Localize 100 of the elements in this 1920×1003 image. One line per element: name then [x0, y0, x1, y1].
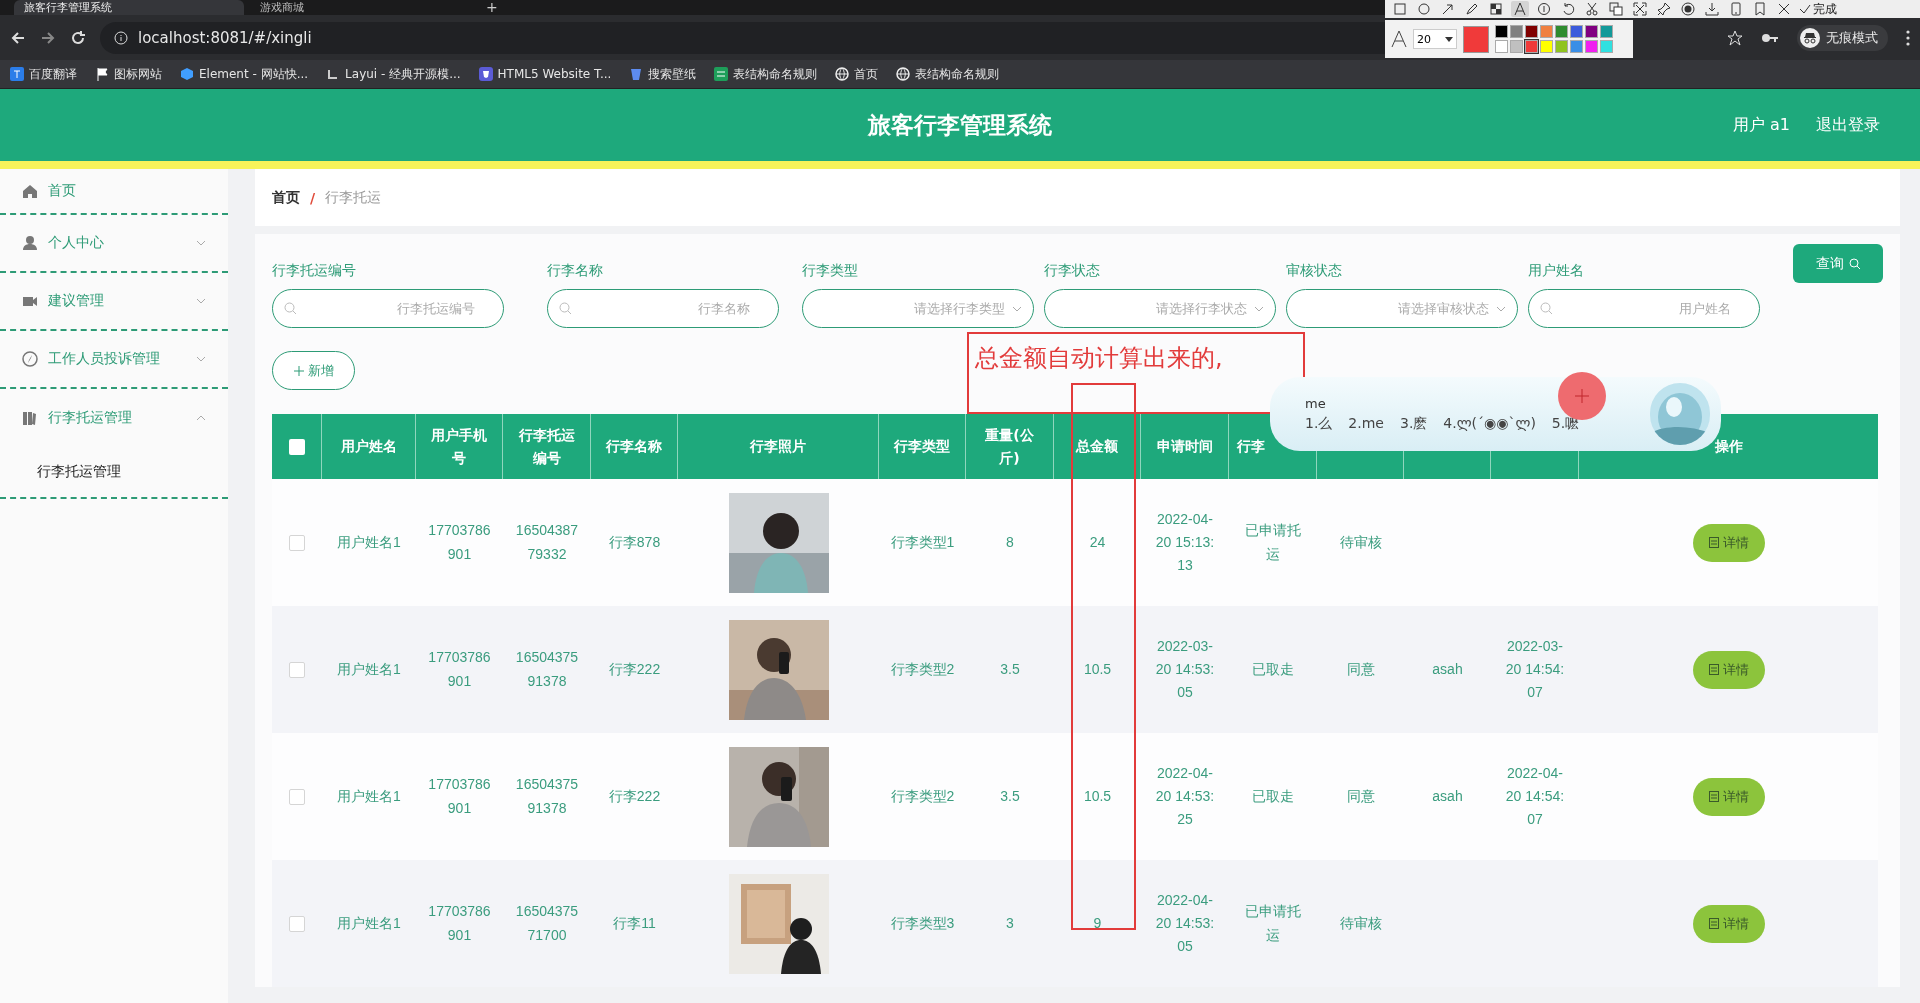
table-cell-text: 行李878 — [607, 532, 662, 552]
font-size-dropdown[interactable]: 20 — [1413, 29, 1457, 49]
search-field[interactable]: 用户姓名 — [1528, 289, 1760, 328]
profile-button[interactable]: 无痕模式 — [1797, 24, 1888, 51]
table-cell-text: 2022-03-20 14:54:07 — [1504, 636, 1566, 703]
more-icon[interactable] — [1906, 29, 1910, 46]
bookmark-link[interactable]: HTML5 Website T... — [478, 67, 612, 81]
mosaic-icon[interactable] — [1489, 2, 1503, 16]
ime-candidate[interactable]: 4.ლ(´◉◉`ლ) — [1443, 414, 1536, 433]
table-cell-text: 3 — [1005, 913, 1015, 933]
reload-icon[interactable] — [70, 29, 86, 46]
current-color-swatch[interactable] — [1463, 25, 1489, 53]
row-checkbox[interactable] — [289, 788, 305, 805]
bookmark-link[interactable]: Layui - 经典开源模... — [326, 65, 461, 83]
breadcrumb-separator: / — [310, 189, 316, 206]
breadcrumb-item[interactable]: 首页 — [272, 188, 300, 207]
search-field[interactable]: 行李名称 — [547, 289, 779, 328]
detail-button[interactable]: 详情 — [1692, 777, 1765, 816]
font-icon — [1391, 30, 1407, 48]
color-swatch[interactable] — [1570, 40, 1583, 53]
color-swatch[interactable] — [1540, 25, 1553, 38]
color-swatch[interactable] — [1525, 25, 1538, 38]
compass-icon — [22, 351, 38, 367]
bookmark-link[interactable]: 表结构命名规则 — [714, 65, 818, 83]
back-icon[interactable] — [10, 29, 26, 46]
filter-label: 用户姓名 — [1528, 262, 1585, 280]
color-swatch[interactable] — [1495, 25, 1508, 38]
detail-button[interactable]: 详情 — [1692, 904, 1765, 943]
undo-icon[interactable] — [1561, 2, 1575, 16]
crosshair-icon — [1575, 389, 1589, 403]
spreadsheet-icon — [714, 67, 729, 81]
forward-icon[interactable] — [40, 29, 56, 46]
ime-input-text: me — [1305, 395, 1326, 411]
detail-button[interactable]: 详情 — [1692, 650, 1765, 689]
table-cell-text: 8 — [1005, 532, 1015, 552]
star-icon[interactable] — [1727, 29, 1743, 46]
row-checkbox[interactable] — [289, 534, 305, 551]
row-checkbox[interactable] — [289, 915, 305, 932]
user-name: 用户 a1 — [1732, 114, 1790, 136]
color-swatch[interactable] — [1555, 25, 1568, 38]
sidebar-subitem[interactable]: 行李托运管理 — [0, 447, 228, 497]
color-swatch[interactable] — [1555, 40, 1568, 53]
close-icon[interactable] — [1777, 2, 1791, 16]
phone-icon[interactable] — [1729, 2, 1743, 16]
numbered-marker-icon[interactable] — [1537, 2, 1551, 16]
bookmark-link[interactable]: 图标网站 — [95, 65, 162, 83]
bucket-icon — [629, 67, 644, 81]
detail-button[interactable]: 详情 — [1692, 523, 1765, 562]
info-icon[interactable] — [114, 30, 128, 45]
table-cell-text: 2022-04-20 14:54:07 — [1504, 763, 1566, 830]
select-all-checkbox[interactable] — [288, 438, 305, 455]
translate-icon[interactable] — [1609, 2, 1623, 16]
bookmark-link[interactable]: 搜索壁纸 — [629, 65, 697, 83]
search-field[interactable]: 行李托运编号 — [272, 289, 504, 328]
row-checkbox[interactable] — [289, 661, 305, 678]
ime-candidate[interactable]: 2.me — [1348, 414, 1384, 433]
done-button[interactable]: 完成 — [1799, 0, 1837, 18]
expand-icon[interactable] — [1633, 2, 1647, 16]
select-field[interactable]: 请选择审核状态 — [1286, 289, 1518, 328]
shield-icon — [478, 67, 493, 81]
color-swatch[interactable] — [1600, 40, 1613, 53]
add-button[interactable]: 新增 — [272, 351, 355, 390]
record-icon[interactable] — [1681, 2, 1695, 16]
text-icon[interactable] — [1513, 2, 1527, 16]
ellipse-icon[interactable] — [1417, 2, 1431, 16]
color-swatch[interactable] — [1525, 40, 1538, 53]
color-swatch[interactable] — [1600, 25, 1613, 38]
sidebar-item[interactable]: 行李托运管理 — [0, 389, 228, 447]
rectangle-icon[interactable] — [1393, 2, 1407, 16]
table-cell-text: 已申请托运 — [1244, 902, 1302, 945]
arrow-icon[interactable] — [1441, 2, 1455, 16]
color-swatch[interactable] — [1585, 40, 1598, 53]
bookmark-link[interactable]: Element - 网站快... — [180, 65, 309, 83]
ime-candidate[interactable]: 3.麽 — [1399, 414, 1428, 433]
table-cell-text: 1650437591378 — [514, 775, 580, 818]
select-field[interactable]: 请选择行李状态 — [1044, 289, 1276, 328]
table-cell-text: 行李222 — [607, 786, 662, 806]
key-icon[interactable] — [1761, 31, 1779, 44]
bookmark-link[interactable]: 首页 — [835, 65, 879, 83]
address-field[interactable]: localhost:8081/#/xingli — [138, 28, 312, 47]
color-swatch[interactable] — [1570, 25, 1583, 38]
browser-tab[interactable]: 旅客行李管理系统 — [14, 0, 244, 15]
color-swatch[interactable] — [1495, 40, 1508, 53]
table-cell-text: 同意 — [1345, 659, 1376, 679]
table-cell-text: 用户姓名1 — [336, 659, 402, 679]
browser-tab[interactable]: 游戏商城 — [250, 0, 480, 15]
bookmark-link[interactable]: 表结构命名规则 — [896, 65, 1000, 83]
filter-label: 审核状态 — [1286, 262, 1343, 280]
new-tab-button[interactable]: + — [486, 0, 498, 15]
pin-icon[interactable] — [1657, 2, 1671, 16]
color-swatch[interactable] — [1510, 25, 1523, 38]
select-field[interactable]: 请选择行李类型 — [802, 289, 1034, 328]
color-swatch[interactable] — [1540, 40, 1553, 53]
pencil-icon[interactable] — [1465, 2, 1479, 16]
download-icon[interactable] — [1705, 2, 1719, 16]
scissors-icon[interactable] — [1585, 2, 1599, 16]
color-swatch[interactable] — [1585, 25, 1598, 38]
color-swatch[interactable] — [1510, 40, 1523, 53]
bookmark-icon[interactable] — [1753, 2, 1767, 16]
bookmark-link[interactable]: 百度翻译 — [10, 65, 77, 83]
